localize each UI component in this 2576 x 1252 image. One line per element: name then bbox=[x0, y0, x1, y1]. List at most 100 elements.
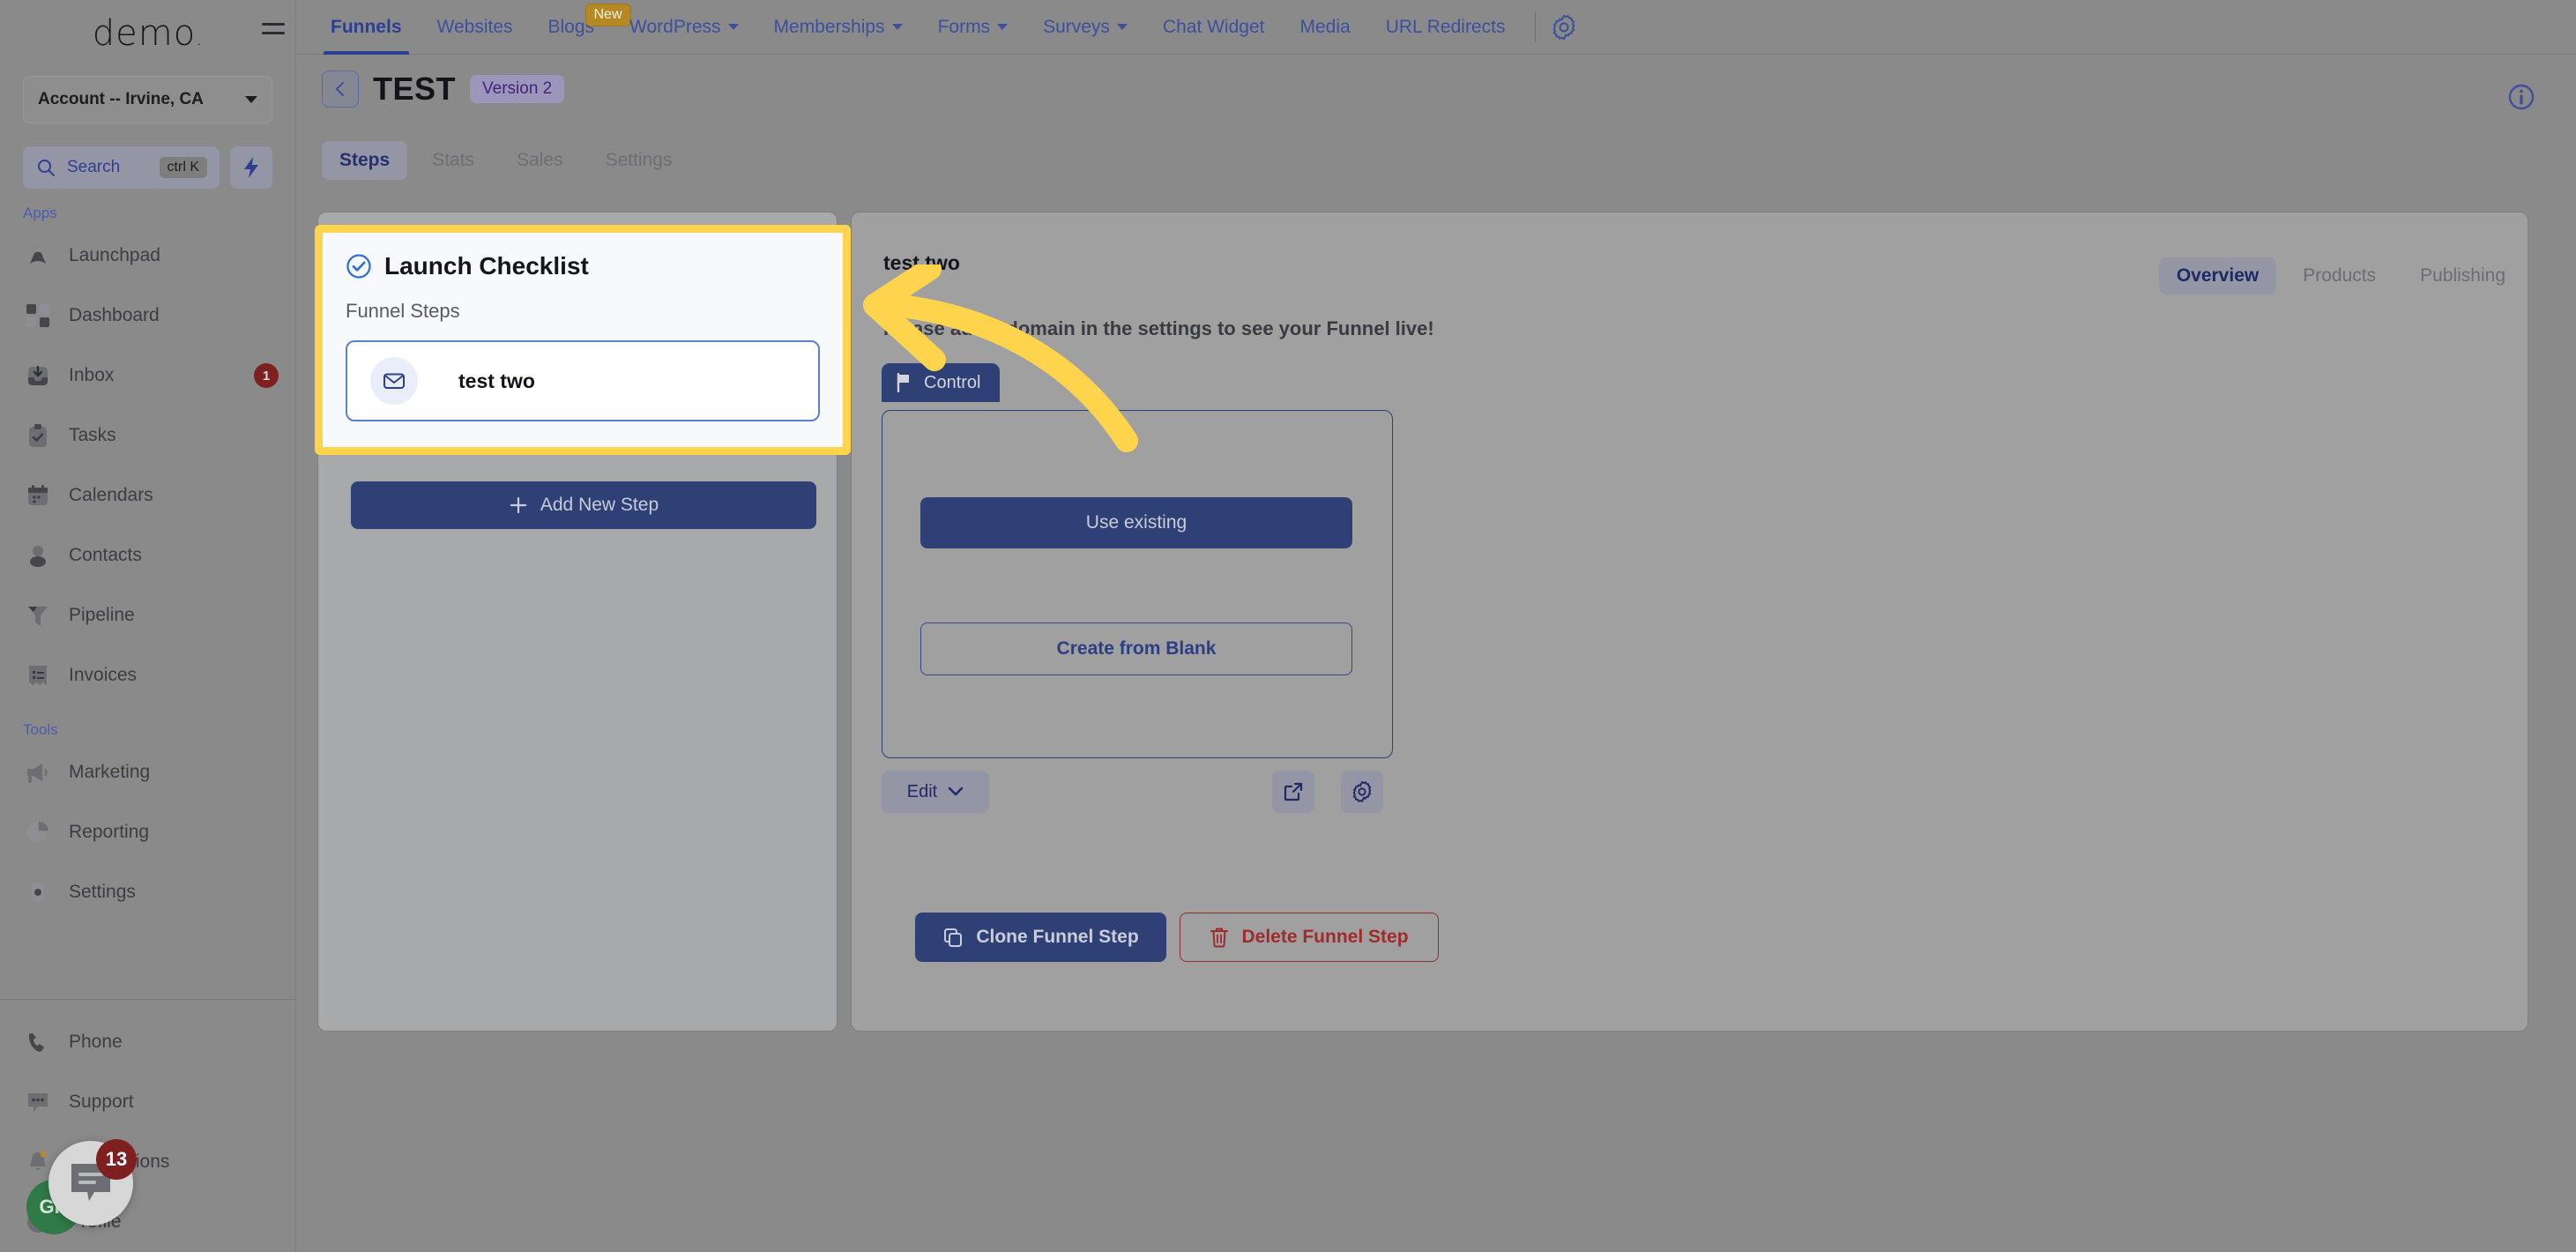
topnav-label: Websites bbox=[436, 16, 513, 37]
launch-checklist-inner: Launch Checklist Funnel Steps test two bbox=[323, 233, 843, 421]
calendar-icon bbox=[23, 481, 53, 510]
tab-websites[interactable]: Websites bbox=[420, 0, 531, 55]
copy-icon bbox=[944, 928, 963, 947]
variant-content-box bbox=[882, 410, 1393, 758]
check-circle-icon bbox=[346, 254, 371, 279]
rocket-icon bbox=[23, 241, 53, 271]
detail-tabs: Overview Products Publishing bbox=[2158, 257, 2523, 294]
inbox-icon bbox=[23, 361, 53, 391]
add-new-step-button[interactable]: Add New Step bbox=[351, 481, 816, 529]
topnav-settings-button[interactable] bbox=[1548, 11, 1580, 43]
funnel-step-name: test two bbox=[458, 369, 535, 392]
chat-widget-button[interactable]: 13 bbox=[48, 1139, 137, 1226]
detail-tab-label: Products bbox=[2303, 265, 2377, 286]
chevron-down-icon bbox=[948, 786, 964, 796]
subtab-stats[interactable]: Stats bbox=[414, 141, 492, 180]
delete-funnel-step-label: Delete Funnel Step bbox=[1241, 927, 1409, 947]
chevron-down-icon bbox=[727, 24, 739, 30]
flag-icon bbox=[897, 373, 909, 392]
sidebar-item-support[interactable]: Support bbox=[0, 1072, 296, 1132]
sidebar-item-label: Pipeline bbox=[69, 605, 135, 625]
brand-area: demo. bbox=[0, 0, 295, 67]
top-navigation: Funnels Websites Blogs New WordPress Mem… bbox=[297, 0, 2576, 55]
brand-dot: . bbox=[196, 28, 204, 50]
tab-forms[interactable]: Forms bbox=[920, 0, 1026, 55]
bell-icon bbox=[23, 1147, 53, 1177]
tab-wordpress[interactable]: WordPress bbox=[612, 0, 756, 55]
subtab-steps[interactable]: Steps bbox=[322, 141, 408, 180]
sidebar-item-label: Calendars bbox=[69, 485, 153, 505]
sidebar-collapse-icon[interactable] bbox=[257, 23, 287, 49]
chevron-down-icon bbox=[1116, 24, 1128, 30]
app-root: demo. Account -- Irvine, CA Search ctrl … bbox=[0, 0, 2576, 1252]
tab-blogs[interactable]: Blogs New bbox=[531, 0, 631, 55]
sidebar-item-settings[interactable]: Settings bbox=[0, 862, 295, 922]
funnel-step-item[interactable]: test two bbox=[346, 340, 820, 421]
tab-products[interactable]: Products bbox=[2285, 257, 2394, 294]
launch-checklist-header: Launch Checklist bbox=[346, 252, 820, 280]
section-label-tools: Tools bbox=[23, 721, 58, 738]
sidebar-item-tasks[interactable]: Tasks bbox=[0, 406, 295, 466]
delete-funnel-step-button[interactable]: Delete Funnel Step bbox=[1180, 913, 1439, 962]
grid-icon bbox=[23, 301, 53, 331]
info-button[interactable] bbox=[2505, 81, 2537, 113]
sidebar: demo. Account -- Irvine, CA Search ctrl … bbox=[0, 0, 296, 1252]
domain-notice: Please add a domain in the settings to s… bbox=[883, 317, 1434, 339]
chevron-down-icon bbox=[245, 96, 257, 103]
create-from-blank-button[interactable]: Create from Blank bbox=[920, 622, 1352, 675]
open-external-button[interactable] bbox=[1272, 771, 1314, 813]
topnav-label: Forms bbox=[937, 16, 991, 37]
quick-actions-button[interactable] bbox=[230, 146, 272, 189]
edit-dropdown[interactable]: Edit bbox=[882, 771, 989, 813]
gear-icon bbox=[23, 877, 53, 907]
trash-icon bbox=[1210, 928, 1229, 948]
subtab-sales[interactable]: Sales bbox=[499, 141, 581, 180]
page-title: TEST bbox=[373, 71, 457, 107]
step-detail-title: test two bbox=[883, 251, 960, 274]
launch-checklist-card: Launch Checklist Funnel Steps test two bbox=[315, 225, 851, 455]
subtab-label: Sales bbox=[517, 150, 563, 170]
sidebar-item-label: Support bbox=[69, 1092, 134, 1112]
topnav-label: WordPress bbox=[629, 16, 721, 37]
topnav-label: Media bbox=[1299, 16, 1351, 37]
topbar-divider bbox=[1535, 11, 1537, 42]
sidebar-item-phone[interactable]: Phone bbox=[0, 1012, 296, 1072]
tab-overview[interactable]: Overview bbox=[2158, 257, 2277, 294]
invoice-icon bbox=[23, 660, 53, 690]
sidebar-item-launchpad[interactable]: Launchpad bbox=[0, 226, 295, 286]
sidebar-divider bbox=[0, 999, 296, 1000]
sidebar-item-inbox[interactable]: Inbox 1 bbox=[0, 346, 295, 406]
sidebar-item-contacts[interactable]: Contacts bbox=[0, 525, 295, 585]
tab-chat-widget[interactable]: Chat Widget bbox=[1145, 0, 1283, 55]
tab-surveys[interactable]: Surveys bbox=[1025, 0, 1145, 55]
clipboard-check-icon bbox=[23, 421, 53, 451]
info-circle-icon bbox=[2508, 84, 2535, 110]
subtab-label: Steps bbox=[339, 150, 391, 170]
sidebar-item-reporting[interactable]: Reporting bbox=[0, 802, 295, 862]
sidebar-item-dashboard[interactable]: Dashboard bbox=[0, 286, 295, 346]
clone-funnel-step-button[interactable]: Clone Funnel Step bbox=[915, 913, 1166, 962]
sidebar-item-label: Contacts bbox=[69, 545, 142, 565]
sidebar-item-label: Tasks bbox=[69, 425, 116, 445]
account-selector[interactable]: Account -- Irvine, CA bbox=[23, 76, 272, 123]
tab-memberships[interactable]: Memberships bbox=[756, 0, 920, 55]
plus-icon bbox=[510, 496, 526, 514]
tab-url-redirects[interactable]: URL Redirects bbox=[1368, 0, 1523, 55]
search-input[interactable]: Search ctrl K bbox=[23, 146, 220, 189]
use-existing-button[interactable]: Use existing bbox=[920, 497, 1352, 548]
sidebar-item-marketing[interactable]: Marketing bbox=[0, 742, 295, 802]
sidebar-item-calendars[interactable]: Calendars bbox=[0, 466, 295, 525]
tab-funnels[interactable]: Funnels bbox=[313, 0, 420, 55]
variant-tab-control[interactable]: Control bbox=[882, 363, 1001, 402]
back-button[interactable] bbox=[322, 71, 359, 108]
topnav-label: Memberships bbox=[773, 16, 885, 37]
subtab-settings[interactable]: Settings bbox=[588, 141, 690, 180]
tab-media[interactable]: Media bbox=[1282, 0, 1367, 55]
create-from-blank-label: Create from Blank bbox=[1056, 638, 1217, 659]
sidebar-item-label: Marketing bbox=[69, 762, 151, 782]
sidebar-item-invoices[interactable]: Invoices bbox=[0, 645, 295, 705]
sidebar-item-pipeline[interactable]: Pipeline bbox=[0, 585, 295, 645]
subtab-label: Stats bbox=[432, 150, 475, 170]
tab-publishing[interactable]: Publishing bbox=[2402, 257, 2523, 294]
step-settings-button[interactable] bbox=[1341, 771, 1383, 813]
